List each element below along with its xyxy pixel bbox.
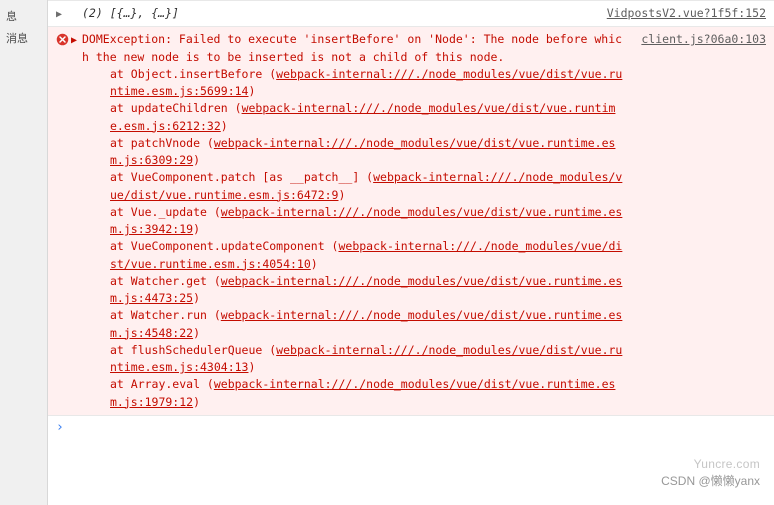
stack-frame: at Array.eval (webpack-internal:///./nod…: [82, 376, 625, 411]
stack-frame-tail: ): [338, 188, 345, 202]
console-prompt[interactable]: ›: [48, 415, 774, 439]
error-source-link[interactable]: client.js?06a0:103: [629, 31, 766, 48]
log-content[interactable]: (2) [{…}, {…}]: [82, 5, 595, 22]
stack-frame-tail: ): [193, 222, 200, 236]
stack-frame: at Watcher.run (webpack-internal:///./no…: [82, 307, 625, 342]
stack-frame: at Watcher.get (webpack-internal:///./no…: [82, 273, 625, 308]
stack-frame-at: at updateChildren (: [110, 101, 242, 115]
stack-frame-tail: ): [248, 84, 255, 98]
stack-frame: at Object.insertBefore (webpack-internal…: [82, 66, 625, 101]
stack-frame-tail: ): [248, 360, 255, 374]
array-summary: [{…}, {…}]: [110, 6, 179, 20]
array-count: (2): [82, 6, 103, 20]
sidebar-label-1[interactable]: 息: [0, 5, 47, 27]
stack-frame-at: at Object.insertBefore (: [110, 67, 276, 81]
stack-frame-tail: ): [193, 153, 200, 167]
stack-frame: at Vue._update (webpack-internal:///./no…: [82, 204, 625, 239]
stack-frame-tail: ): [193, 291, 200, 305]
console-log-row[interactable]: ▶ (2) [{…}, {…}] VidpostsV2.vue?1f5f:152: [48, 0, 774, 26]
watermark-csdn: CSDN @懒懒yanx: [661, 472, 760, 489]
stack-frame-at: at Watcher.get (: [110, 274, 221, 288]
stack-frame: at updateChildren (webpack-internal:///.…: [82, 100, 625, 135]
error-message: DOMException: Failed to execute 'insertB…: [82, 32, 622, 63]
console-main: ▶ (2) [{…}, {…}] VidpostsV2.vue?1f5f:152…: [48, 0, 774, 505]
disclosure-triangle-icon[interactable]: ▶: [56, 7, 62, 22]
stack-frame-at: at patchVnode (: [110, 136, 214, 150]
row-gutter: ▶: [56, 5, 82, 22]
stack-frame-at: at VueComponent.updateComponent (: [110, 239, 338, 253]
stack-frame-at: at flushSchedulerQueue (: [110, 343, 276, 357]
stack-frame: at patchVnode (webpack-internal:///./nod…: [82, 135, 625, 170]
error-content[interactable]: DOMException: Failed to execute 'insertB…: [82, 31, 629, 411]
stack-frame-at: at Array.eval (: [110, 377, 214, 391]
console-error-row[interactable]: ▶ DOMException: Failed to execute 'inser…: [48, 26, 774, 415]
stack-frame-tail: ): [221, 119, 228, 133]
log-source-link[interactable]: VidpostsV2.vue?1f5f:152: [595, 5, 766, 22]
stack-frame-tail: ): [311, 257, 318, 271]
sidebar: 息 消息: [0, 0, 48, 505]
stack-frame: at VueComponent.updateComponent (webpack…: [82, 238, 625, 273]
stack-frame-at: at VueComponent.patch [as __patch__] (: [110, 170, 373, 184]
stack-frame: at VueComponent.patch [as __patch__] (we…: [82, 169, 625, 204]
sidebar-label-messages[interactable]: 消息: [0, 27, 47, 49]
stack-frame-tail: ): [193, 395, 200, 409]
stack-frame-tail: ): [193, 326, 200, 340]
watermark-yuncre: Yuncre.com: [694, 457, 760, 471]
row-gutter: ▶: [56, 31, 82, 51]
disclosure-triangle-icon[interactable]: ▶: [71, 33, 77, 48]
error-icon: [56, 33, 69, 51]
stack-frame-at: at Watcher.run (: [110, 308, 221, 322]
stack-frame: at flushSchedulerQueue (webpack-internal…: [82, 342, 625, 377]
prompt-chevron-icon: ›: [56, 420, 64, 435]
stack-frame-at: at Vue._update (: [110, 205, 221, 219]
